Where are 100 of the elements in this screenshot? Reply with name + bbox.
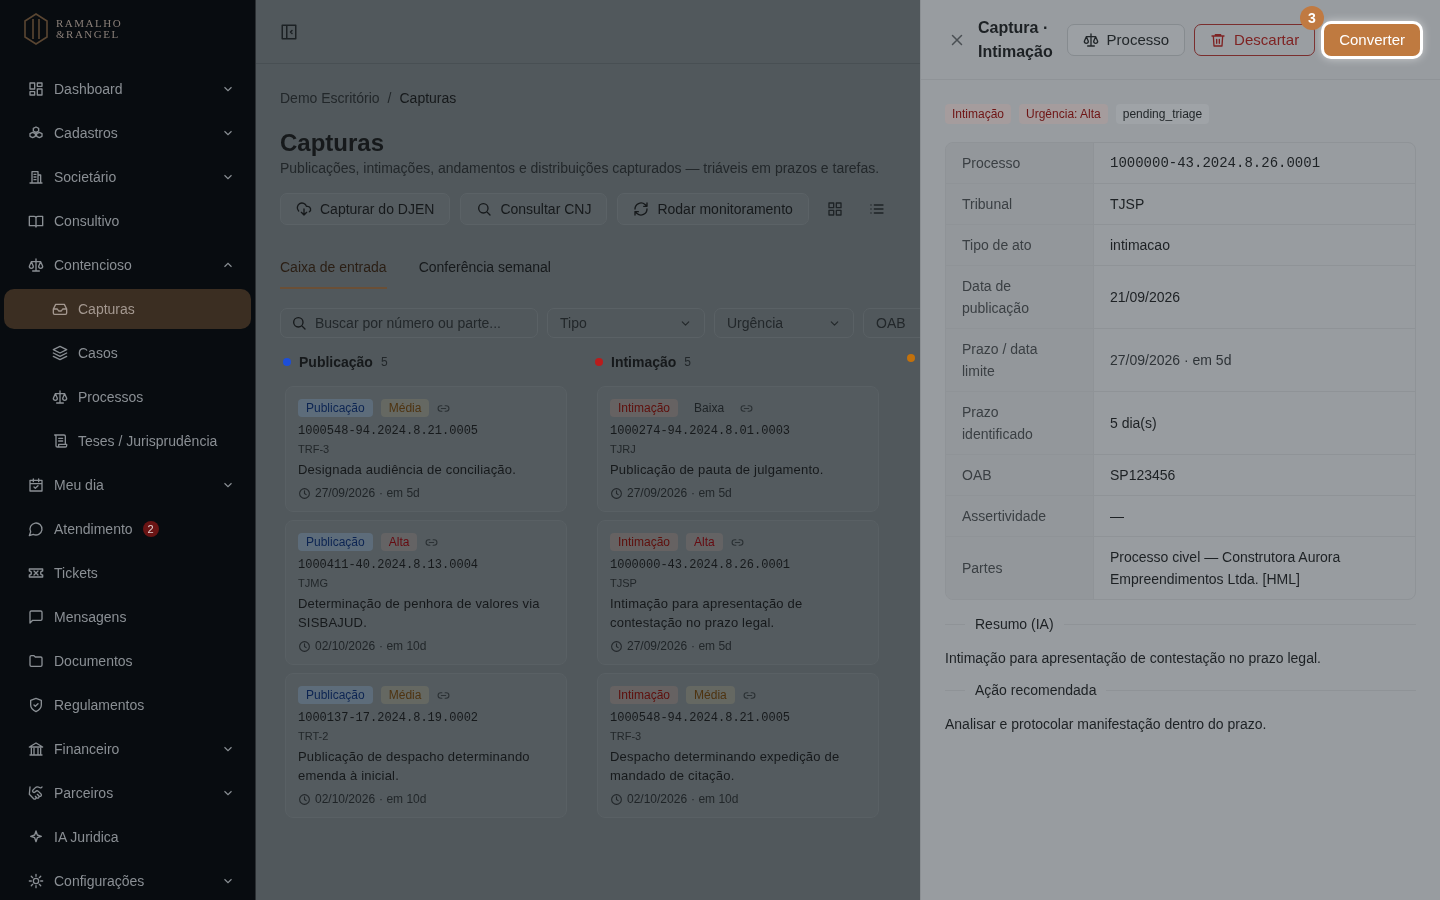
list-icon xyxy=(868,201,885,217)
due-date: 27/09/2026 xyxy=(627,639,688,653)
calendar-icon xyxy=(28,477,44,493)
type-tag: Intimação xyxy=(610,533,679,551)
process-number: 1000548-94.2024.8.21.0005 xyxy=(298,424,480,438)
urgency-tag: Alta xyxy=(686,533,723,551)
nav-subitem[interactable]: Teses / Jurisprudência xyxy=(4,421,251,461)
shield-icon xyxy=(28,697,44,713)
column-title: Intimação xyxy=(611,354,677,370)
section-text: Analisar e protocolar manifestação dentro do prazo. xyxy=(945,716,1268,732)
search-icon xyxy=(476,201,493,217)
due-date: 02/10/2026 xyxy=(315,639,376,653)
detail-label: Prazo / data limite xyxy=(946,329,1094,391)
search-icon xyxy=(291,315,307,331)
scale-icon xyxy=(28,257,44,273)
card-description: Determinação de penhora de valores via SISBAJUD. xyxy=(298,595,541,632)
nav-item[interactable]: Consultivo xyxy=(4,201,251,241)
card-description: Publicação de pauta de julgamento. xyxy=(610,461,825,479)
nav-item[interactable]: Documentos xyxy=(4,641,251,681)
building-icon xyxy=(28,169,44,185)
card-description: Publicação de despacho determinando emenda à inicial. xyxy=(298,748,531,785)
card-description: Intimação para apresentação de contestação no prazo legal. xyxy=(610,595,804,632)
detail-value: 21/09/2026 xyxy=(1109,288,1182,307)
sidebar-toggle-icon[interactable] xyxy=(280,22,298,41)
speech-bubble-icon xyxy=(28,521,44,537)
due-date: 27/09/2026 xyxy=(315,486,376,500)
nav-item[interactable]: Dashboard xyxy=(4,69,251,109)
nav-item[interactable]: Parceiros xyxy=(4,773,251,813)
nav-item[interactable]: Regulamentos xyxy=(4,685,251,725)
trash-icon xyxy=(1210,31,1227,48)
nav-item[interactable]: Cadastros xyxy=(4,113,251,153)
cloud-download-icon xyxy=(296,201,312,217)
sparkle-icon xyxy=(28,829,44,845)
due-date: 02/10/2026 xyxy=(627,792,688,806)
nav-subitem[interactable]: Casos xyxy=(4,333,251,373)
clock-icon xyxy=(298,639,311,653)
convert-button[interactable]: Converter xyxy=(1324,23,1420,56)
section-text: Intimação para apresentação de contestação no prazo legal. xyxy=(945,650,1322,666)
clock-icon xyxy=(610,639,623,653)
detail-value: TJSP xyxy=(1109,195,1146,214)
process-number: 1000411-40.2024.8.13.0004 xyxy=(298,558,480,572)
grid-icon xyxy=(28,81,44,97)
detail-value: 1000000-43.2024.8.26.0001 xyxy=(1109,154,1322,173)
detail-label: Partes xyxy=(946,537,1094,599)
status-tag: pending_triage xyxy=(1115,104,1210,124)
clock-icon xyxy=(298,486,311,500)
ticket-icon xyxy=(28,565,44,581)
breadcrumb-separator: / xyxy=(387,90,392,106)
detail-value: SP123456 xyxy=(1109,466,1177,485)
drawer-title: Captura · Intimação xyxy=(978,17,1054,62)
nav-item[interactable]: Contencioso xyxy=(4,245,251,285)
folder-icon xyxy=(28,653,44,669)
column-title: Publicação xyxy=(299,354,373,370)
scale-icon xyxy=(52,389,68,405)
nav-item[interactable]: Financeiro xyxy=(4,729,251,769)
type-tag: Intimação xyxy=(610,399,679,417)
detail-label: OAB xyxy=(946,455,1094,495)
nav-item[interactable]: Mensagens xyxy=(4,597,251,637)
clock-icon xyxy=(298,792,311,806)
process-button[interactable]: Processo xyxy=(1066,23,1186,56)
detail-value: intimacao xyxy=(1109,236,1171,255)
type-tag: Publicação xyxy=(298,533,373,551)
nav-item[interactable]: Tickets xyxy=(4,553,251,593)
status-tag: Intimação xyxy=(945,104,1012,124)
process-number: 1000137-17.2024.8.19.0002 xyxy=(298,711,480,725)
nav-subitem[interactable]: Processos xyxy=(4,377,251,417)
settings-icon xyxy=(28,873,44,889)
status-tag: Urgência: Alta xyxy=(1019,104,1108,124)
grid-icon xyxy=(826,201,843,217)
urgency-tag: Média xyxy=(686,686,735,704)
type-tag: Intimação xyxy=(610,686,679,704)
nav-item[interactable]: Configurações xyxy=(4,861,251,900)
clock-icon xyxy=(610,486,623,500)
section-heading: Resumo (IA) xyxy=(975,616,1054,632)
detail-label: Tribunal xyxy=(946,184,1094,224)
inbox-icon xyxy=(52,301,68,317)
detail-label: Assertividade xyxy=(946,496,1094,536)
detail-value: 27/09/2026 · em 5d xyxy=(1109,351,1233,370)
nav-subitem[interactable]: Capturas xyxy=(4,289,251,329)
nav-item[interactable]: Meu dia xyxy=(4,465,251,505)
nav-item[interactable]: IA Juridica xyxy=(4,817,251,857)
type-tag: Publicação xyxy=(298,399,373,417)
type-tag: Publicação xyxy=(298,686,373,704)
nav-item[interactable]: Societário xyxy=(4,157,251,197)
detail-value: 5 dia(s) xyxy=(1109,414,1158,433)
cubes-icon xyxy=(28,125,44,141)
card-description: Designada audiência de conciliação. xyxy=(298,461,518,479)
card-description: Despacho determinando expedição de mandado de citação. xyxy=(610,748,841,785)
detail-label: Data de publicação xyxy=(946,266,1094,328)
process-number: 1000274-94.2024.8.01.0003 xyxy=(610,424,792,438)
urgency-tag: Alta xyxy=(380,533,418,551)
detail-label: Processo xyxy=(946,143,1094,183)
due-date: 02/10/2026 xyxy=(315,792,376,806)
scale-icon xyxy=(1082,31,1099,48)
nav-item[interactable]: Atendimento 2 xyxy=(4,509,251,549)
breadcrumb-item: Capturas xyxy=(399,90,457,106)
detail-value: — xyxy=(1109,507,1125,526)
logo-icon xyxy=(24,13,48,45)
handshake-icon xyxy=(28,785,44,801)
discard-button[interactable]: Descartar xyxy=(1194,23,1316,56)
